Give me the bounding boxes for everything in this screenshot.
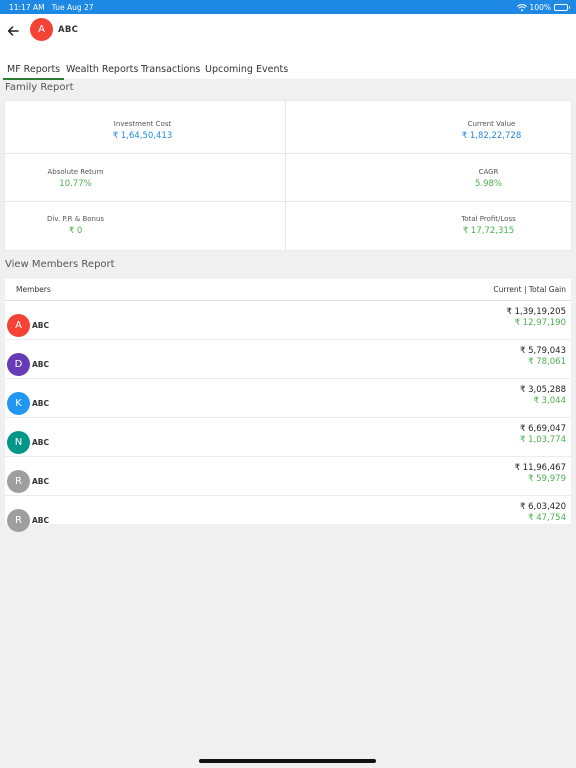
member-current-value: ₹ 3,05,288 — [520, 385, 566, 395]
tab-wealth-reports[interactable]: Wealth Reports — [66, 64, 138, 75]
table-row[interactable]: A ABC ₹ 1,39,19,205 ₹ 12,97,190 — [5, 301, 571, 340]
member-name: ABC — [32, 477, 50, 486]
status-time: 11:17 AM — [9, 3, 45, 12]
battery-percent: 100% — [529, 3, 551, 12]
current-value-label: Current Value — [467, 120, 516, 128]
dividend-label: Div. P.R & Bonus — [46, 215, 105, 223]
table-row[interactable]: R ABC ₹ 11,96,467 ₹ 59,979 — [5, 457, 571, 496]
app-bar: A ABC — [0, 14, 576, 52]
member-current-value: ₹ 1,39,19,205 — [506, 307, 566, 317]
member-name: ABC — [32, 321, 50, 330]
divider — [285, 101, 286, 250]
members-column-header: Members — [16, 285, 51, 294]
member-total-gain: ₹ 3,044 — [533, 396, 566, 406]
family-report-title: Family Report — [5, 82, 74, 93]
avatar: R — [7, 509, 30, 532]
absolute-return-cell: Absolute Return 10.77% — [0, 168, 217, 217]
dividend-value: ₹ 0 — [68, 226, 83, 236]
table-row[interactable]: K ABC ₹ 3,05,288 ₹ 3,044 — [5, 379, 571, 418]
tab-mf-reports[interactable]: MF Reports — [3, 64, 65, 80]
values-column-header: Current | Total Gain — [493, 285, 566, 294]
table-row[interactable]: N ABC ₹ 6,69,047 ₹ 1,03,774 — [5, 418, 571, 457]
avatar: K — [7, 392, 30, 415]
cagr-cell: CAGR 5.98% — [347, 168, 576, 217]
back-arrow-icon[interactable] — [6, 22, 20, 40]
members-report-title: View Members Report — [5, 259, 115, 270]
cagr-label: CAGR — [478, 168, 499, 176]
member-name: ABC — [32, 360, 50, 369]
current-value-value: ₹ 1,82,22,728 — [461, 131, 522, 141]
members-table: Members Current | Total Gain A ABC ₹ 1,3… — [5, 279, 571, 532]
cagr-value: 5.98% — [474, 179, 502, 189]
profit-loss-label: Total Profit/Loss — [461, 215, 516, 223]
investment-cost-label: Investment Cost — [113, 120, 172, 128]
header-name: ABC — [58, 25, 79, 35]
avatar: N — [7, 431, 30, 454]
avatar: R — [7, 470, 30, 493]
avatar: D — [7, 353, 30, 376]
member-name: ABC — [32, 438, 50, 447]
member-total-gain: ₹ 47,754 — [528, 513, 566, 523]
status-time-date: 11:17 AM Tue Aug 27 — [9, 3, 94, 12]
table-row[interactable]: D ABC ₹ 5,79,043 ₹ 78,061 — [5, 340, 571, 379]
member-name: ABC — [32, 516, 50, 525]
member-current-value: ₹ 5,79,043 — [520, 346, 566, 356]
member-total-gain: ₹ 78,061 — [528, 357, 566, 367]
family-report-card: Investment Cost ₹ 1,64,50,413 Current Va… — [5, 101, 571, 250]
tab-transactions[interactable]: Transactions — [141, 64, 200, 75]
member-total-gain: ₹ 1,03,774 — [520, 435, 566, 445]
investment-cost-value: ₹ 1,64,50,413 — [112, 131, 173, 141]
table-row[interactable]: R ABC ₹ 6,03,420 ₹ 47,754 — [5, 496, 571, 532]
member-total-gain: ₹ 12,97,190 — [514, 318, 566, 328]
status-date: Tue Aug 27 — [51, 3, 94, 12]
dividend-cell: Div. P.R & Bonus ₹ 0 — [0, 215, 217, 264]
member-name: ABC — [32, 399, 50, 408]
current-value-cell: Current Value ₹ 1,82,22,728 — [350, 120, 576, 169]
tab-bar: MF Reports Wealth Reports Transactions U… — [0, 52, 576, 80]
home-indicator[interactable] — [199, 759, 376, 763]
member-current-value: ₹ 6,69,047 — [520, 424, 566, 434]
tab-upcoming-events[interactable]: Upcoming Events — [205, 64, 288, 75]
avatar[interactable]: A — [30, 18, 53, 41]
status-bar: 11:17 AM Tue Aug 27 100% — [0, 0, 576, 14]
profit-loss-cell: Total Profit/Loss ₹ 17,72,315 — [347, 215, 576, 264]
battery-icon — [554, 4, 570, 11]
wifi-icon — [516, 3, 527, 11]
profit-loss-value: ₹ 17,72,315 — [462, 226, 515, 236]
member-current-value: ₹ 6,03,420 — [520, 502, 566, 512]
member-total-gain: ₹ 59,979 — [528, 474, 566, 484]
status-right: 100% — [516, 3, 570, 12]
absolute-return-value: 10.77% — [59, 179, 92, 189]
investment-cost-cell: Investment Cost ₹ 1,64,50,413 — [1, 120, 284, 169]
absolute-return-label: Absolute Return — [47, 168, 104, 176]
avatar: A — [7, 314, 30, 337]
member-current-value: ₹ 11,96,467 — [514, 463, 566, 473]
members-table-header: Members Current | Total Gain — [5, 279, 571, 301]
